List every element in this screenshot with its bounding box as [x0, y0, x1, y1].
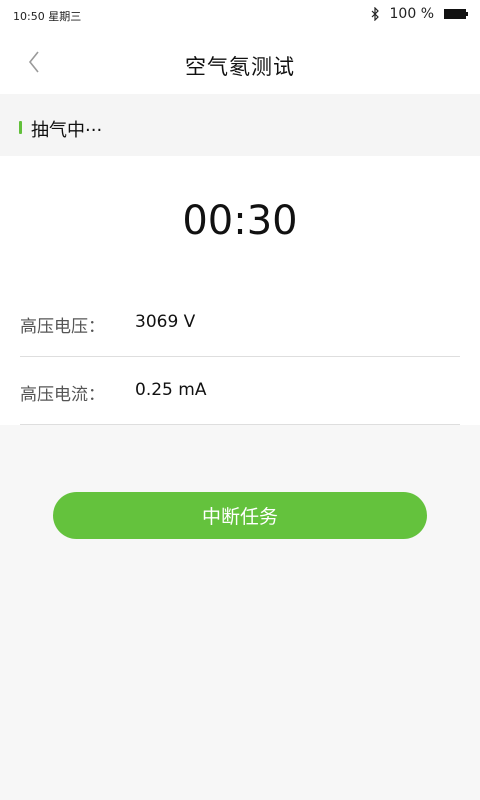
voltage-label: 高压电压：: [20, 317, 105, 337]
page-title: 空气氡测试: [185, 55, 295, 79]
bluetooth-icon: [371, 7, 379, 21]
status-section-header: 抽气中···: [0, 94, 480, 156]
countdown-timer: 00:30: [182, 198, 298, 244]
battery-percent: 100 %: [389, 6, 434, 22]
status-indicators: 100 %: [370, 5, 468, 23]
battery-icon: [444, 9, 468, 19]
current-row: 高压电流： 0.25 mA: [20, 356, 460, 425]
interrupt-task-button[interactable]: 中断任务: [53, 492, 427, 539]
voltage-row: 高压电压： 3069 V: [20, 288, 460, 357]
nav-bar: 空气氡测试: [0, 30, 480, 94]
voltage-value: 3069 V: [135, 312, 196, 332]
status-bar: 10:50 星期三 100 %: [0, 0, 480, 30]
current-label: 高压电流：: [20, 385, 105, 405]
status-time: 10:50 星期三: [13, 10, 82, 23]
test-panel: 00:30 高压电压： 3069 V 高压电流： 0.25 mA: [0, 156, 480, 425]
accent-bar: [19, 121, 22, 134]
pumping-status-text: 抽气中···: [31, 120, 103, 141]
current-value: 0.25 mA: [135, 380, 207, 400]
